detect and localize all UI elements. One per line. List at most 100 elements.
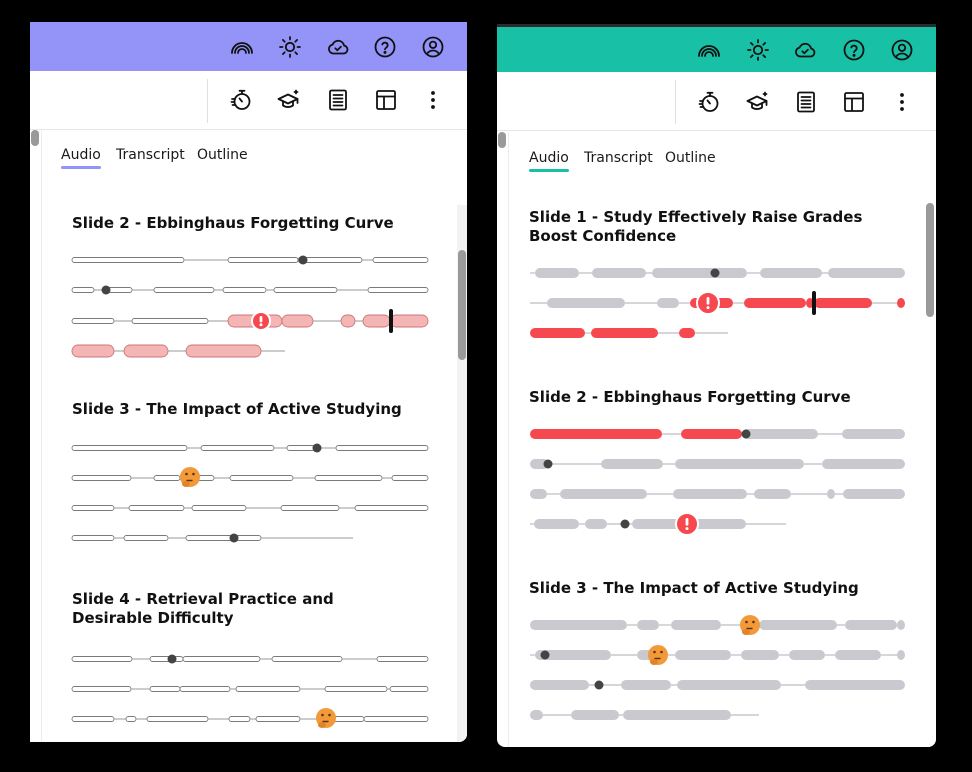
- playhead-dot: [229, 533, 239, 543]
- scrollbar-thumb[interactable]: [926, 203, 934, 317]
- waveform-segment: [657, 298, 679, 308]
- waveform-segment: [146, 716, 209, 722]
- waveform-segment: [182, 656, 261, 662]
- waveform-segment: [391, 475, 429, 481]
- waveform-segment: [314, 475, 383, 481]
- timeline-cursor: [812, 291, 816, 315]
- waveform-segment: [71, 287, 95, 293]
- waveform-segment-error: [744, 298, 806, 308]
- waveform-segment: [271, 656, 343, 662]
- playhead-dot: [101, 285, 111, 295]
- waveform-segment: [845, 620, 897, 630]
- waveform-segment: [759, 620, 837, 630]
- error-icon-dot: [685, 527, 689, 531]
- waveform-segment: [822, 459, 905, 469]
- waveform-segment-error: [340, 314, 356, 328]
- waveform-segment: [71, 257, 185, 263]
- waveform-segment: [354, 505, 429, 511]
- thinking-face-hand: [742, 629, 750, 635]
- audio-waveform[interactable]: [30, 22, 467, 742]
- waveform-segment-error: [123, 344, 169, 358]
- thinking-face-hand: [182, 481, 190, 487]
- waveform-segment-error: [679, 328, 695, 338]
- waveform-segment: [389, 686, 429, 692]
- waveform-segment-error: [681, 429, 742, 439]
- waveform-segment: [571, 710, 619, 720]
- thinking-face-hand: [318, 722, 326, 728]
- waveform-segment: [741, 650, 779, 660]
- waveform-segment: [671, 620, 721, 630]
- waveform-segment: [534, 519, 579, 529]
- timeline-cursor: [389, 309, 393, 333]
- waveform-segment: [637, 620, 659, 630]
- waveform-segment: [677, 680, 781, 690]
- waveform-segment: [222, 287, 267, 293]
- waveform-segment-error: [71, 344, 115, 358]
- waveform-segment: [179, 686, 231, 692]
- waveform-segment-error: [897, 298, 905, 308]
- waveform-segment-error: [281, 314, 314, 328]
- waveform-segment: [623, 710, 731, 720]
- thinking-face-eye: [185, 472, 188, 476]
- waveform-segment: [376, 656, 429, 662]
- playhead-dot: [312, 443, 322, 453]
- scrollbar-track[interactable]: [925, 199, 935, 747]
- waveform-segment-error: [389, 314, 429, 328]
- waveform-segment: [760, 268, 822, 278]
- waveform-segment: [297, 257, 363, 263]
- waveform-segment: [335, 445, 429, 451]
- slide-title: Slide 2 - Ebbinghaus Forgetting Curve: [529, 388, 851, 406]
- playhead-dot: [620, 519, 630, 529]
- thinking-face-eye: [328, 713, 331, 717]
- waveform-segment: [149, 686, 181, 692]
- waveform-segment: [827, 489, 835, 499]
- waveform-segment: [601, 459, 663, 469]
- thinking-face-eye: [653, 650, 656, 654]
- waveform-segment: [185, 535, 262, 541]
- waveform-segment: [280, 505, 340, 511]
- waveform-segment: [652, 268, 747, 278]
- thinking-face-eye: [192, 472, 195, 476]
- waveform-segment: [125, 716, 137, 722]
- waveform-segment: [842, 429, 905, 439]
- waveform-segment: [530, 489, 547, 499]
- thinking-face-hand: [650, 659, 658, 665]
- playhead-dot: [594, 680, 604, 690]
- waveform-segment: [363, 716, 429, 722]
- waveform-segment: [367, 287, 429, 293]
- waveform-segment: [71, 656, 133, 662]
- waveform-segment: [372, 257, 429, 263]
- waveform-segment: [71, 505, 115, 511]
- waveform-segment: [897, 620, 905, 630]
- waveform-segment: [324, 686, 388, 692]
- slide-title: Slide 3 - The Impact of Active Studying: [529, 579, 859, 597]
- waveform-segment: [530, 710, 543, 720]
- waveform-segment: [754, 489, 791, 499]
- waveform-segment: [592, 268, 646, 278]
- waveform-segment: [897, 650, 905, 660]
- audio-waveform[interactable]: [497, 24, 936, 747]
- waveform-segment: [71, 475, 132, 481]
- waveform-segment: [71, 445, 188, 451]
- thinking-face-eye: [660, 650, 663, 654]
- waveform-segment: [560, 489, 647, 499]
- left-panel: Audio Transcript Outline Slide 2 - Ebbin…: [30, 22, 467, 742]
- waveform-segment: [131, 318, 209, 324]
- scrollbar-thumb[interactable]: [458, 250, 466, 360]
- waveform-segment: [273, 287, 338, 293]
- waveform-segment: [229, 475, 294, 481]
- error-icon-bar: [259, 316, 263, 323]
- waveform-segment: [228, 716, 251, 722]
- playhead-dot: [741, 429, 751, 439]
- scrollbar-track[interactable]: [457, 205, 467, 742]
- waveform-segment: [71, 318, 115, 324]
- playhead-dot: [710, 268, 720, 278]
- waveform-segment-error: [185, 344, 262, 358]
- waveform-segment-error: [814, 298, 872, 308]
- waveform-segment: [675, 459, 804, 469]
- waveform-segment-error: [591, 328, 658, 338]
- waveform-segment: [255, 716, 301, 722]
- waveform-segment: [530, 620, 627, 630]
- waveform-segment: [835, 650, 881, 660]
- waveform-segment-error: [530, 429, 662, 439]
